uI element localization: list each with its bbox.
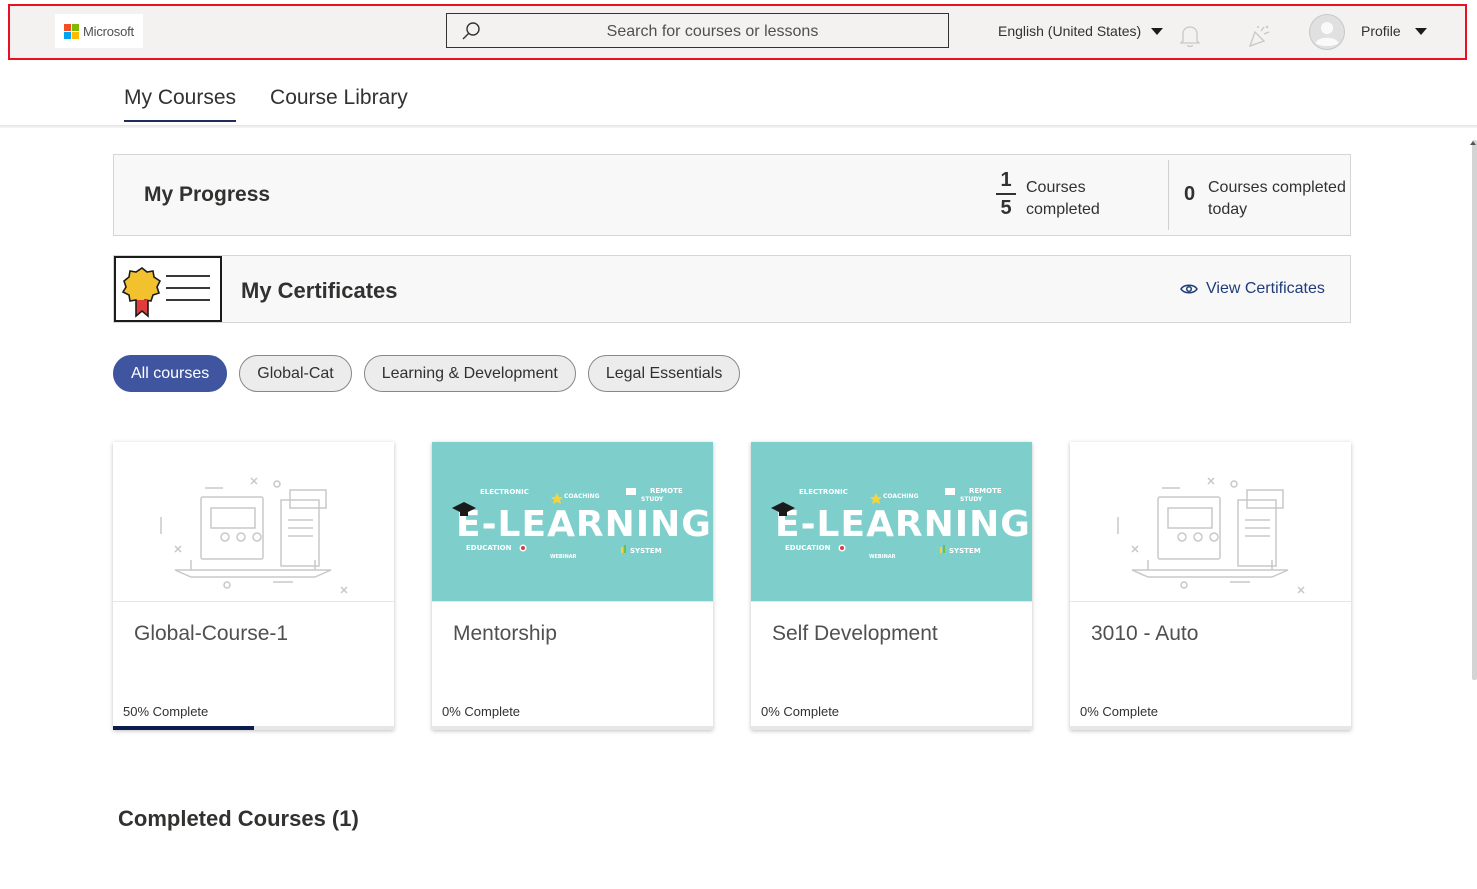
banner-word: SYSTEM [630, 547, 662, 555]
logo-text: Microsoft [83, 23, 134, 39]
view-certificates-label: View Certificates [1206, 280, 1325, 297]
banner-word: STUDY [641, 496, 664, 503]
course-progress-text: 0% Complete [442, 704, 521, 719]
courses-completed-fraction: 1 5 [996, 169, 1016, 219]
search-icon[interactable] [461, 21, 481, 41]
bell-icon[interactable] [1177, 22, 1203, 50]
course-card[interactable]: 3010 - Auto 0% Complete [1070, 442, 1351, 730]
course-title: Mentorship [453, 622, 557, 645]
course-progress-text: 0% Complete [761, 704, 840, 719]
avatar-icon[interactable] [1309, 14, 1345, 50]
course-card[interactable]: ELECTRONIC COACHING REMOTE STUDY E-LEARN… [751, 442, 1032, 730]
profile-label: Profile [1361, 23, 1401, 39]
completed-courses-heading: Completed Courses (1) [118, 806, 359, 831]
scroll-up-icon[interactable] [1470, 141, 1476, 145]
microsoft-logo-icon [64, 23, 80, 39]
progress-bar-fill [113, 726, 254, 730]
language-label: English (United States) [998, 23, 1142, 39]
eye-icon [1180, 284, 1198, 294]
progress-bar-track [1070, 726, 1351, 730]
banner-word: STUDY [960, 496, 983, 503]
profile-menu[interactable]: Profile [1361, 23, 1427, 39]
elearning-thumbnail: ELECTRONIC COACHING REMOTE STUDY E-LEARN… [432, 442, 713, 602]
chevron-down-icon [1151, 27, 1164, 35]
microsoft-logo[interactable]: Microsoft [55, 14, 143, 48]
placeholder-thumbnail [113, 442, 394, 602]
tab-course-library[interactable]: Course Library [270, 86, 408, 122]
filter-legal-essentials[interactable]: Legal Essentials [587, 355, 741, 392]
banner-word: COACHING [883, 493, 919, 500]
language-selector[interactable]: English (United States) [998, 23, 1164, 39]
course-title: Global-Course-1 [134, 622, 289, 645]
banner-headline: E-LEARNING [775, 504, 1031, 545]
banner-word: REMOTE [650, 487, 683, 495]
search-input[interactable]: Search for courses or lessons [487, 23, 938, 41]
certificates-card: My Certificates View Certificates [113, 255, 1351, 323]
view-certificates-link[interactable]: View Certificates [1180, 280, 1325, 298]
filter-learning-development[interactable]: Learning & Development [363, 355, 576, 392]
course-title: 3010 - Auto [1091, 622, 1199, 645]
search-box[interactable]: Search for courses or lessons [446, 13, 949, 48]
today-label: Courses completed today [1208, 179, 1346, 218]
course-card[interactable]: ELECTRONIC COACHING REMOTE STUDY E-LEARN… [432, 442, 713, 730]
progress-bar-track [751, 726, 1032, 730]
banner-word: ELECTRONIC [799, 488, 848, 496]
banner-word: ELECTRONIC [480, 488, 529, 496]
banner-word: SYSTEM [949, 547, 981, 555]
banner-word: EDUCATION [466, 544, 512, 552]
filter-global-cat[interactable]: Global-Cat [239, 355, 352, 392]
course-progress-text: 50% Complete [123, 704, 209, 719]
completed-label: Courses completed [1026, 179, 1100, 218]
chevron-down-icon [1414, 27, 1427, 35]
banner-headline: E-LEARNING [456, 504, 712, 545]
celebrate-icon[interactable] [1246, 22, 1272, 50]
main-tabs: My Courses Course Library [124, 86, 408, 122]
category-filters: All courses Global-Cat Learning & Develo… [113, 355, 741, 392]
course-progress-text: 0% Complete [1080, 704, 1159, 719]
banner-word: REMOTE [969, 487, 1002, 495]
divider [1168, 160, 1169, 230]
progress-bar-track [432, 726, 713, 730]
progress-card: My Progress 1 5 Courses completed 0 Cour… [113, 154, 1351, 236]
filter-all-courses[interactable]: All courses [113, 355, 228, 392]
scrollbar[interactable] [1472, 140, 1477, 680]
completed-count: 1 [996, 169, 1016, 195]
course-title: Self Development [772, 622, 938, 645]
progress-title: My Progress [144, 183, 271, 206]
course-card[interactable]: Global-Course-1 50% Complete [113, 442, 394, 730]
elearning-thumbnail: ELECTRONIC COACHING REMOTE STUDY E-LEARN… [751, 442, 1032, 602]
certificates-title: My Certificates [241, 278, 398, 303]
placeholder-thumbnail [1070, 442, 1351, 602]
banner-word: WEBINAR [869, 554, 896, 560]
tab-my-courses[interactable]: My Courses [124, 86, 237, 122]
tabs-divider [0, 125, 1477, 128]
today-count: 0 [1184, 183, 1196, 205]
banner-word: EDUCATION [785, 544, 831, 552]
certificate-icon [114, 256, 222, 322]
banner-word: COACHING [564, 493, 600, 500]
banner-word: WEBINAR [550, 554, 577, 560]
top-header: Microsoft Search for courses or lessons … [8, 4, 1467, 60]
total-count: 5 [1000, 197, 1012, 219]
